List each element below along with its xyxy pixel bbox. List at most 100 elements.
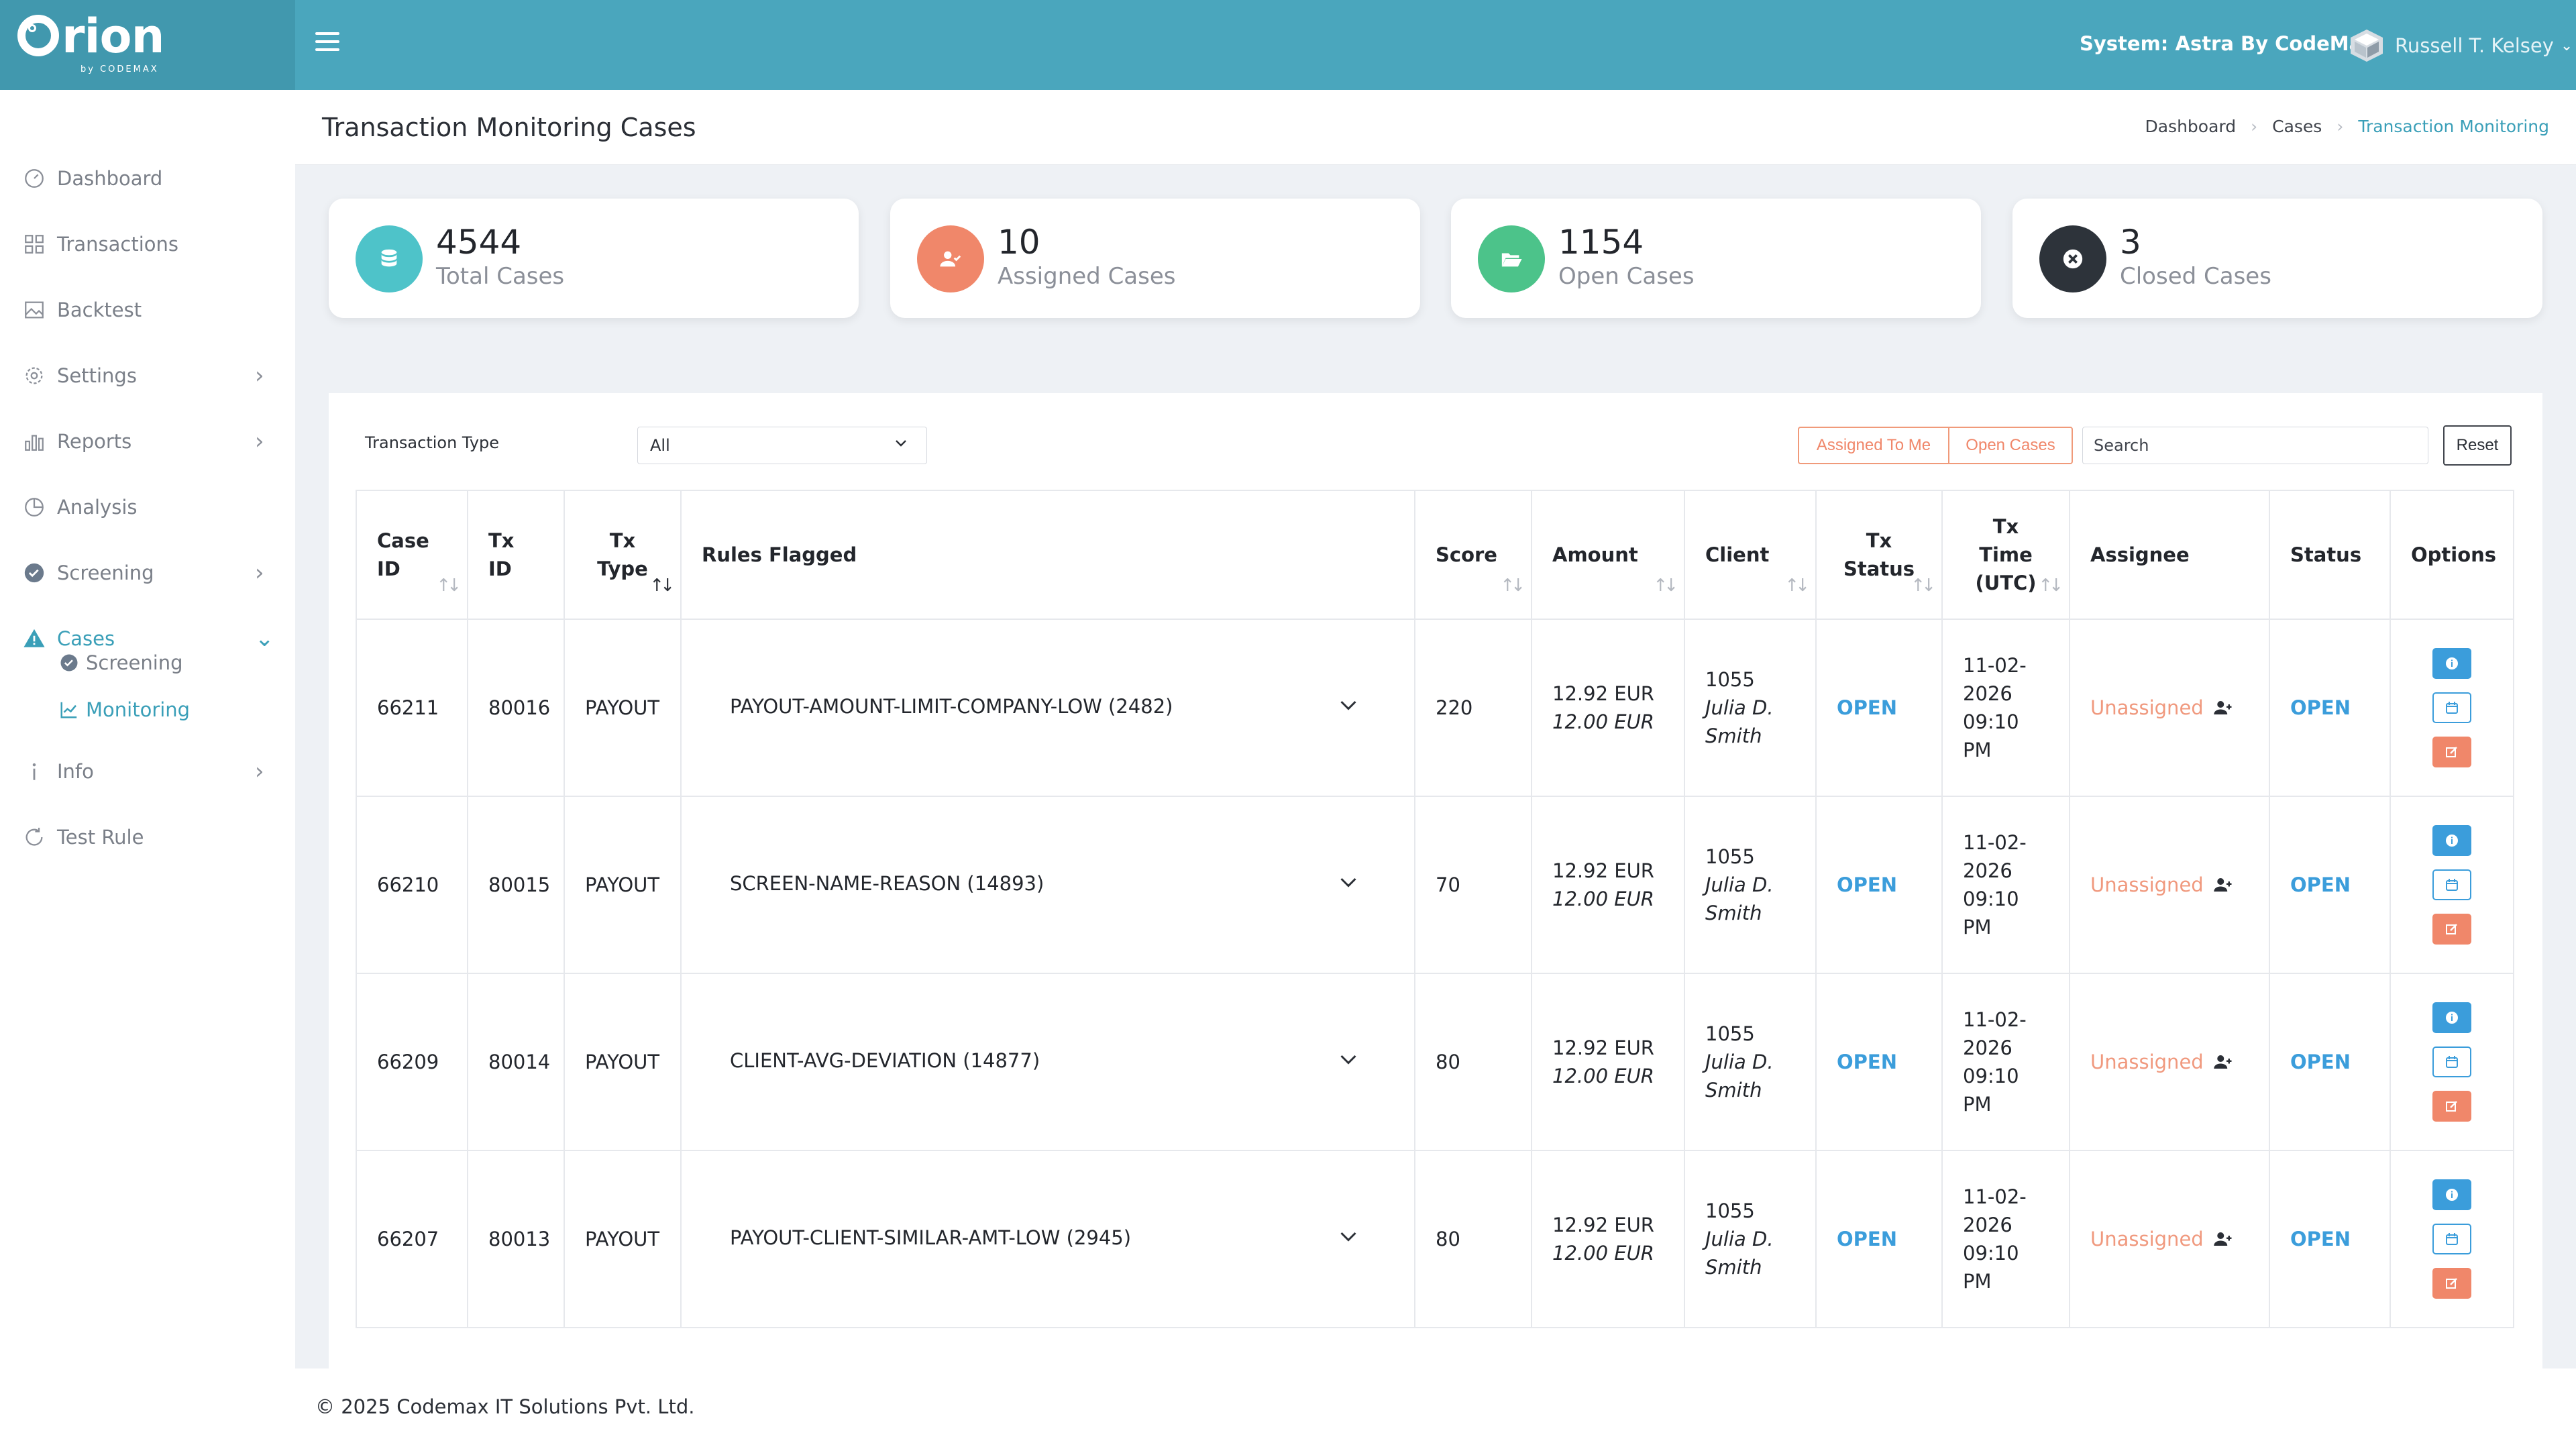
database-icon: [356, 225, 423, 292]
col-tx-type[interactable]: Tx Type ↑↓: [564, 490, 682, 620]
edit-icon: [2446, 1101, 2457, 1112]
info-button[interactable]: [2432, 1179, 2471, 1210]
col-case-id[interactable]: Case ID ↑↓: [356, 490, 468, 620]
sidebar-item-label: Reports: [57, 430, 132, 453]
calendar-button[interactable]: [2432, 869, 2471, 900]
chevron-down-icon[interactable]: [1336, 694, 1360, 718]
col-tx-status[interactable]: Tx Status ↑↓: [1815, 490, 1943, 620]
client-first-name: Julia D.: [1705, 1228, 1774, 1250]
menu-toggle-icon[interactable]: [315, 32, 339, 56]
select-value: All: [650, 436, 670, 455]
chevron-down-icon[interactable]: [1336, 1048, 1360, 1072]
table-row: 66210 80015 PAYOUT SCREEN-NAME-REASON (1…: [356, 796, 2514, 974]
col-score[interactable]: Score ↑↓: [1414, 490, 1532, 620]
assign-user-link[interactable]: Unassigned: [2090, 694, 2249, 722]
breadcrumb: Dashboard › Cases › Transaction Monitori…: [2145, 117, 2549, 136]
header-text: Score: [1436, 543, 1497, 566]
rule-text: CLIENT-AVG-DEVIATION (14877): [730, 1049, 1040, 1072]
info-button[interactable]: [2432, 648, 2471, 679]
assignee-text: Unassigned: [2090, 873, 2204, 896]
search-input[interactable]: [2082, 427, 2428, 464]
edit-button[interactable]: [2432, 1268, 2471, 1299]
assign-user-link[interactable]: Unassigned: [2090, 871, 2249, 899]
header-text: Tx ID: [488, 529, 515, 580]
col-client[interactable]: Client ↑↓: [1684, 490, 1817, 620]
tx-year: 2026: [1963, 859, 2012, 882]
stat-label: Assigned Cases: [998, 263, 1176, 290]
breadcrumb-dashboard[interactable]: Dashboard: [2145, 117, 2236, 136]
tx-date: 11-02-: [1963, 1008, 2027, 1031]
cell-tx-id: 80016: [467, 619, 565, 797]
open-cases-button[interactable]: Open Cases: [1948, 427, 2073, 464]
transaction-type-select[interactable]: All: [637, 427, 927, 464]
brand-logo[interactable]: rion by CODEMAX: [0, 0, 295, 90]
sort-icon: ↑↓: [1784, 576, 1809, 596]
calendar-button[interactable]: [2432, 1224, 2471, 1254]
user-plus-icon: [2213, 701, 2232, 714]
assign-user-link[interactable]: Unassigned: [2090, 1225, 2249, 1253]
sidebar-item-dashboard[interactable]: Dashboard: [0, 152, 295, 205]
status-badge: OPEN: [2290, 696, 2351, 719]
tx-status-badge: OPEN: [1837, 873, 1897, 896]
tx-status-badge: OPEN: [1837, 696, 1897, 719]
sidebar-item-screening[interactable]: Screening ›: [0, 546, 295, 600]
calendar-icon: [2446, 1056, 2458, 1068]
transaction-type-label: Transaction Type: [365, 433, 500, 452]
cell-tx-id: 80015: [467, 796, 565, 974]
amount-converted: 12.00 EUR: [1552, 710, 1654, 733]
chevron-down-icon[interactable]: [1336, 871, 1360, 895]
tx-year: 2026: [1963, 1036, 2012, 1059]
cell-case-id: 66210: [356, 796, 468, 974]
user-check-icon: [917, 225, 984, 292]
header-text: Tx: [609, 529, 636, 552]
info-button[interactable]: [2432, 825, 2471, 856]
assigned-to-me-button[interactable]: Assigned To Me: [1798, 427, 1949, 464]
cell-amount: 12.92 EUR 12.00 EUR: [1531, 619, 1685, 797]
sidebar-item-info[interactable]: Info ›: [0, 745, 295, 798]
header-text: Options: [2411, 543, 2497, 566]
header-text: Status: [1843, 557, 1915, 580]
chevron-down-icon: ⌄: [255, 625, 274, 652]
sidebar-subitem-screening[interactable]: Screening: [59, 643, 183, 683]
edit-button[interactable]: [2432, 1091, 2471, 1122]
chevron-down-icon[interactable]: [1336, 1225, 1360, 1249]
sidebar-item-settings[interactable]: Settings ›: [0, 349, 295, 402]
amount-original: 12.92 EUR: [1552, 682, 1654, 705]
col-tx-time[interactable]: Tx Time (UTC) ↑↓: [1941, 490, 2070, 620]
edit-button[interactable]: [2432, 914, 2471, 945]
amount-original: 12.92 EUR: [1552, 1214, 1654, 1236]
sidebar-item-analysis[interactable]: Analysis: [0, 480, 295, 534]
assign-user-link[interactable]: Unassigned: [2090, 1048, 2249, 1076]
info-icon: [2446, 835, 2458, 847]
stat-label: Closed Cases: [2120, 263, 2271, 290]
reset-button[interactable]: Reset: [2443, 425, 2512, 466]
cell-case-id: 66207: [356, 1150, 468, 1328]
edit-button[interactable]: [2432, 737, 2471, 767]
line-chart-icon: [60, 702, 77, 718]
user-avatar-icon: [2348, 27, 2385, 64]
user-menu[interactable]: Russell T. Kelsey ⌄: [2348, 25, 2573, 66]
sidebar-item-label: Dashboard: [57, 167, 163, 190]
gauge-icon: [23, 167, 46, 190]
sidebar-subitem-monitoring[interactable]: Monitoring: [59, 690, 190, 730]
header-text: Time: [1979, 543, 2033, 566]
breadcrumb-cases[interactable]: Cases: [2272, 117, 2322, 136]
cell-case-id: 66211: [356, 619, 468, 797]
status-badge: OPEN: [2290, 1051, 2351, 1073]
sidebar-item-test-rule[interactable]: Test Rule: [0, 810, 295, 864]
sidebar-item-reports[interactable]: Reports ›: [0, 415, 295, 468]
header-text: (UTC): [1975, 572, 2037, 594]
stat-value: 4544: [436, 223, 522, 262]
client-first-name: Julia D.: [1705, 1051, 1774, 1073]
cell-case-id: 66209: [356, 973, 468, 1151]
sidebar-item-label: Analysis: [57, 496, 138, 519]
tx-clock: 09:10 PM: [1963, 710, 2019, 761]
calendar-button[interactable]: [2432, 1046, 2471, 1077]
sidebar-item-backtest[interactable]: Backtest: [0, 283, 295, 337]
info-button[interactable]: [2432, 1002, 2471, 1033]
table-row: 66207 80013 PAYOUT PAYOUT-CLIENT-SIMILAR…: [356, 1150, 2514, 1328]
col-amount[interactable]: Amount ↑↓: [1531, 490, 1685, 620]
calendar-button[interactable]: [2432, 692, 2471, 723]
sidebar-item-transactions[interactable]: Transactions: [0, 217, 295, 271]
folder-open-icon: [1478, 225, 1545, 292]
